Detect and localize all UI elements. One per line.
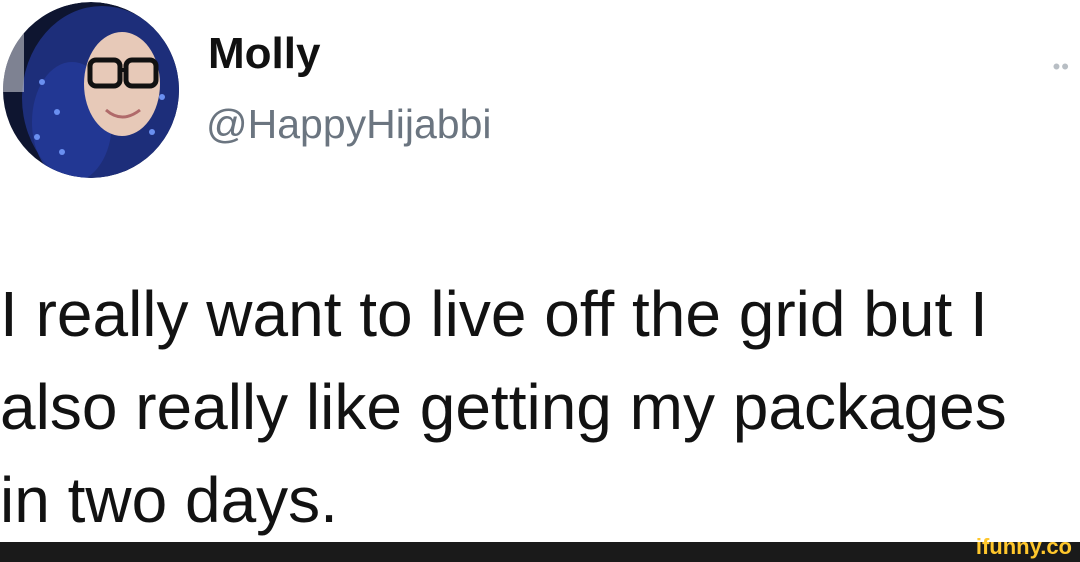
user-handle[interactable]: @HappyHijabbi	[206, 104, 491, 145]
avatar[interactable]	[2, 2, 180, 178]
display-name[interactable]: Molly	[208, 32, 320, 76]
more-dots-icon[interactable]: ••	[1053, 54, 1070, 80]
tweet-text: I really want to live off the grid but I…	[0, 278, 1007, 536]
tweet-card: Molly @HappyHijabbi •• I really want to …	[0, 0, 1080, 542]
footer-bar: ifunny.co	[0, 536, 1080, 562]
watermark: ifunny.co	[975, 534, 1072, 559]
avatar-image	[3, 2, 179, 178]
